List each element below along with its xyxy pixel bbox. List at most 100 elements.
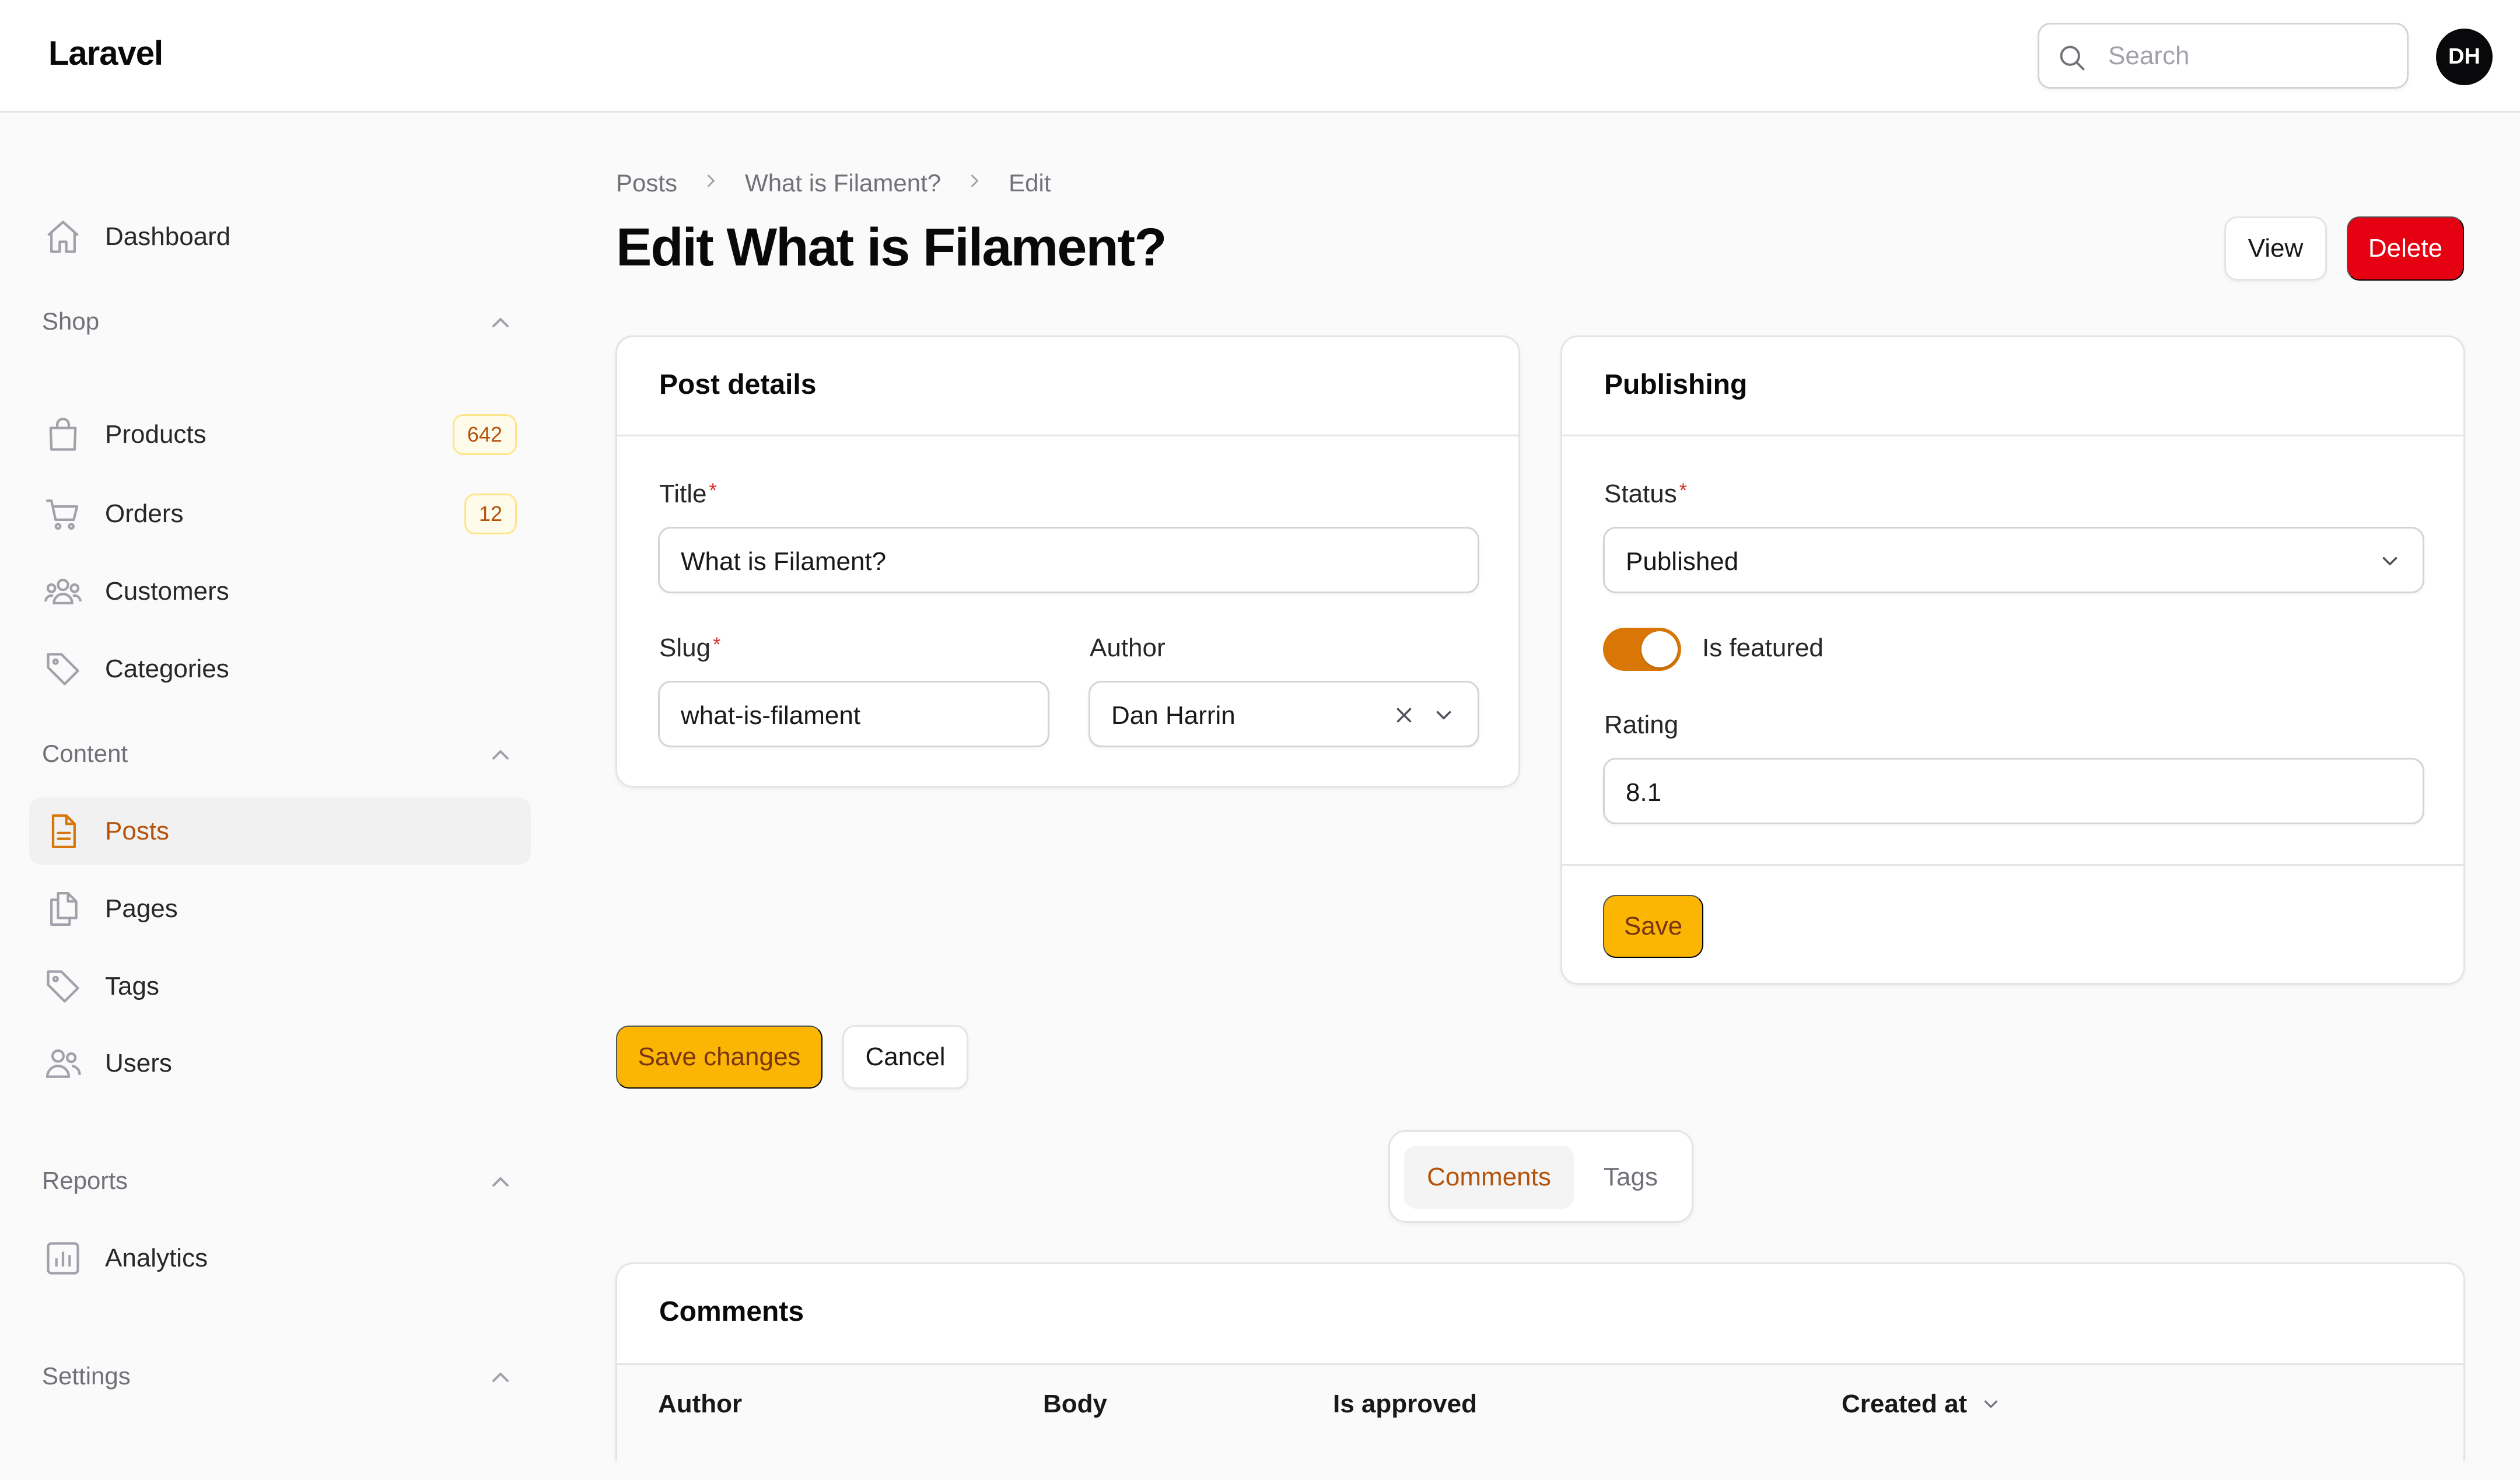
user-avatar[interactable]: DH bbox=[2436, 29, 2493, 85]
required-indicator: * bbox=[709, 480, 717, 502]
featured-toggle[interactable] bbox=[1603, 628, 1681, 671]
global-search[interactable] bbox=[2038, 23, 2409, 89]
chevron-up-icon[interactable] bbox=[487, 741, 514, 769]
group-label-reports: Reports bbox=[42, 1167, 128, 1194]
count-badge: 12 bbox=[464, 494, 517, 534]
rating-value: 8.1 bbox=[1626, 778, 1662, 807]
chevron-up-icon[interactable] bbox=[487, 309, 514, 337]
card-title: Publishing bbox=[1604, 369, 1748, 400]
title-field[interactable]: What is Filament? bbox=[658, 527, 1479, 593]
group-label-settings: Settings bbox=[42, 1362, 131, 1390]
cancel-button[interactable]: Cancel bbox=[842, 1025, 968, 1089]
rating-field[interactable]: 8.1 bbox=[1603, 758, 2424, 824]
author-select[interactable]: Dan Harrin bbox=[1088, 681, 1479, 747]
sidebar-item-products[interactable]: Products 642 bbox=[29, 401, 531, 468]
author-value: Dan Harrin bbox=[1111, 701, 1236, 730]
chart-bar-icon bbox=[47, 1242, 79, 1275]
status-label: Status * bbox=[1604, 480, 1687, 508]
chevron-up-icon[interactable] bbox=[487, 1168, 514, 1196]
count-badge: 642 bbox=[452, 414, 517, 455]
sidebar-item-label: Posts bbox=[105, 817, 170, 845]
save-button[interactable]: Save bbox=[1603, 895, 1703, 958]
sidebar-item-label: Users bbox=[105, 1049, 172, 1077]
tag-icon bbox=[47, 970, 79, 1003]
sidebar-item-posts[interactable]: Posts bbox=[29, 797, 531, 865]
brand-logo[interactable]: Laravel bbox=[48, 34, 163, 73]
breadcrumb-item-record[interactable]: What is Filament? bbox=[745, 169, 941, 197]
tab-tags[interactable]: Tags bbox=[1583, 1146, 1679, 1209]
chevron-right-icon bbox=[964, 169, 985, 197]
breadcrumb-item-edit: Edit bbox=[1009, 169, 1051, 197]
breadcrumb: Posts What is Filament? Edit bbox=[616, 169, 1051, 197]
sidebar-item-dashboard[interactable]: Dashboard bbox=[29, 203, 531, 271]
sidebar-item-label: Pages bbox=[105, 894, 178, 923]
post-details-card: Post details Title * What is Filament? Sl… bbox=[615, 335, 1520, 788]
card-header: Publishing bbox=[1562, 337, 2463, 436]
sidebar-item-analytics[interactable]: Analytics bbox=[29, 1224, 531, 1292]
chevron-down-icon bbox=[1985, 1400, 1998, 1408]
users-icon bbox=[46, 1049, 81, 1078]
user-group-icon bbox=[44, 579, 82, 604]
column-header-body[interactable]: Body bbox=[1043, 1390, 1107, 1419]
title-value: What is Filament? bbox=[681, 547, 887, 576]
search-icon bbox=[2060, 46, 2085, 71]
title-label: Title * bbox=[659, 480, 717, 508]
sidebar-item-label: Categories bbox=[105, 655, 229, 683]
author-label: Author bbox=[1090, 634, 1166, 662]
chevron-down-icon bbox=[2382, 557, 2398, 565]
sidebar-item-orders[interactable]: Orders 12 bbox=[29, 480, 531, 548]
sidebar-item-label: Analytics bbox=[105, 1244, 208, 1272]
chevron-up-icon[interactable] bbox=[487, 1363, 514, 1391]
slug-label: Slug * bbox=[659, 634, 721, 662]
delete-button[interactable]: Delete bbox=[2347, 216, 2464, 281]
sidebar-item-categories[interactable]: Categories bbox=[29, 635, 531, 703]
card-header: Post details bbox=[617, 337, 1518, 436]
comments-card: Comments bbox=[615, 1262, 2465, 1480]
sidebar: Dashboard Shop Products 642 Orders 12 Cu… bbox=[0, 113, 560, 1435]
top-bar: Laravel DH bbox=[0, 0, 2520, 113]
required-indicator: * bbox=[1679, 480, 1687, 502]
card-title: Post details bbox=[659, 369, 817, 400]
page-title: Edit What is Filament? bbox=[616, 218, 1167, 277]
column-header-author[interactable]: Author bbox=[658, 1390, 742, 1419]
publishing-card: Publishing Status * Published Is featured… bbox=[1560, 335, 2465, 985]
tab-comments[interactable]: Comments bbox=[1404, 1146, 1574, 1209]
column-header-label: Created at bbox=[1842, 1390, 1968, 1418]
sidebar-item-label: Tags bbox=[105, 972, 159, 1000]
status-select[interactable]: Published bbox=[1603, 527, 2424, 593]
document-duplicate-icon bbox=[50, 891, 78, 926]
sidebar-item-customers[interactable]: Customers bbox=[29, 558, 531, 625]
shopping-cart-icon bbox=[46, 499, 79, 530]
save-changes-button[interactable]: Save changes bbox=[616, 1026, 822, 1089]
document-text-icon bbox=[51, 814, 76, 849]
home-icon bbox=[47, 221, 79, 253]
tag-icon bbox=[47, 653, 79, 685]
rating-label: Rating bbox=[1604, 711, 1679, 739]
toggle-knob bbox=[1642, 631, 1678, 667]
group-label-shop: Shop bbox=[42, 307, 100, 335]
status-value: Published bbox=[1626, 547, 1739, 576]
column-header-created-at[interactable]: Created at bbox=[1842, 1390, 2002, 1419]
slug-value: what-is-filament bbox=[681, 701, 861, 730]
search-input[interactable] bbox=[2108, 37, 2394, 75]
sidebar-item-pages[interactable]: Pages bbox=[29, 875, 531, 943]
required-indicator: * bbox=[713, 634, 721, 656]
featured-label: Is featured bbox=[1702, 634, 1824, 662]
sidebar-item-label: Customers bbox=[105, 577, 229, 606]
chevron-down-icon[interactable] bbox=[1432, 703, 1456, 727]
relation-tabs: Comments Tags bbox=[1388, 1130, 1693, 1223]
card-divider bbox=[1562, 864, 2463, 866]
sidebar-item-users[interactable]: Users bbox=[29, 1030, 531, 1097]
chevron-right-icon bbox=[701, 169, 722, 197]
sidebar-item-label: Orders bbox=[105, 499, 184, 528]
group-label-content: Content bbox=[42, 740, 128, 767]
clear-icon[interactable] bbox=[1392, 703, 1416, 727]
sidebar-item-tags[interactable]: Tags bbox=[29, 953, 531, 1020]
table-header-row bbox=[617, 1363, 2463, 1480]
sidebar-item-label: Products bbox=[105, 420, 206, 449]
column-header-is-approved[interactable]: Is approved bbox=[1333, 1390, 1477, 1419]
slug-field[interactable]: what-is-filament bbox=[658, 681, 1049, 747]
view-button[interactable]: View bbox=[2224, 216, 2327, 281]
card-title: Comments bbox=[659, 1296, 804, 1327]
breadcrumb-item-posts[interactable]: Posts bbox=[616, 169, 677, 197]
